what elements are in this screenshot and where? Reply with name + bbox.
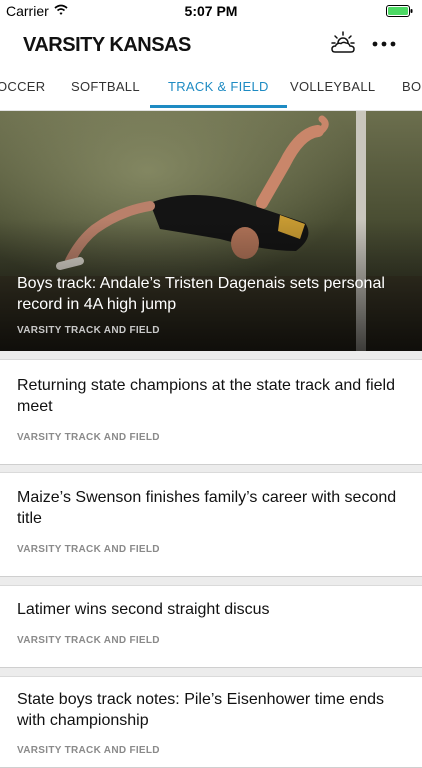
tab-volleyball[interactable]: VOLLEYBALL <box>290 66 375 108</box>
battery-icon <box>386 5 413 17</box>
article-category: VARSITY TRACK AND FIELD <box>17 544 160 555</box>
hero-image <box>0 111 422 351</box>
article-title[interactable]: Returning state champions at the state t… <box>17 375 397 417</box>
more-icon[interactable] <box>372 40 396 48</box>
tab-track-field[interactable]: TRACK & FIELD <box>150 66 287 108</box>
tab-soccer[interactable]: OCCER <box>0 66 45 108</box>
article-title[interactable]: Maize’s Swenson finishes family’s career… <box>17 487 397 529</box>
article-category: VARSITY TRACK AND FIELD <box>17 432 160 443</box>
tab-softball[interactable]: SOFTBALL <box>71 66 140 108</box>
article-card[interactable]: Latimer wins second straight discus VARS… <box>0 585 422 668</box>
tab-bowling[interactable]: BO <box>402 66 421 108</box>
weather-icon[interactable] <box>329 30 357 58</box>
article-card[interactable]: Returning state champions at the state t… <box>0 359 422 465</box>
app-header: VARSITY KANSAS <box>0 22 422 66</box>
hero-story[interactable]: Boys track: Andale’s Tristen Dagenais se… <box>0 111 422 351</box>
article-card[interactable]: Maize’s Swenson finishes family’s career… <box>0 472 422 577</box>
article-card[interactable]: State boys track notes: Pile’s Eisenhowe… <box>0 676 422 768</box>
hero-category: VARSITY TRACK AND FIELD <box>17 325 160 336</box>
article-title[interactable]: State boys track notes: Pile’s Eisenhowe… <box>17 689 397 731</box>
app-title: VARSITY KANSAS <box>23 34 191 56</box>
hero-title[interactable]: Boys track: Andale’s Tristen Dagenais se… <box>17 273 397 315</box>
article-title[interactable]: Latimer wins second straight discus <box>17 599 397 620</box>
status-time: 5:07 PM <box>184 3 238 19</box>
article-category: VARSITY TRACK AND FIELD <box>17 635 160 646</box>
status-bar: Carrier 5:07 PM <box>0 0 422 22</box>
article-category: VARSITY TRACK AND FIELD <box>17 745 160 756</box>
section-tabs: OCCER SOFTBALL TRACK & FIELD VOLLEYBALL … <box>0 66 422 111</box>
